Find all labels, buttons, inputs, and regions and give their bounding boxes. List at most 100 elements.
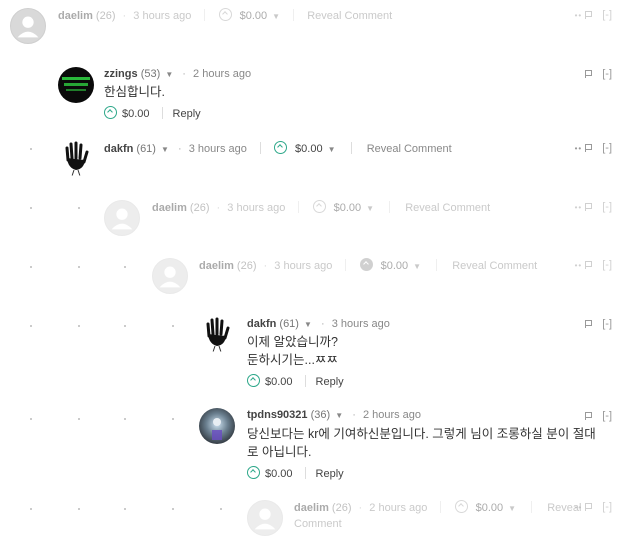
flag-icon[interactable] bbox=[585, 11, 593, 19]
more-icon[interactable]: •• bbox=[575, 11, 583, 20]
avatar-dakfn[interactable] bbox=[58, 140, 94, 176]
caret-down-icon[interactable]: ▼ bbox=[508, 504, 516, 513]
comment-body: 이제 알았습니까? 둔하시기는...ㅉㅉ bbox=[247, 333, 338, 369]
caret-down-icon[interactable]: ▼ bbox=[161, 145, 169, 154]
payout-value[interactable]: $0.00 bbox=[265, 376, 293, 388]
collapse-toggle[interactable]: [-] bbox=[602, 501, 612, 513]
author-reputation: (61) bbox=[279, 318, 299, 330]
author-name[interactable]: dakfn bbox=[247, 318, 276, 330]
comment-meta: daelim (26) · 3 hours ago $0.00 ▼ Reveal… bbox=[152, 200, 491, 214]
author-name[interactable]: daelim bbox=[294, 502, 329, 514]
collapse-toggle[interactable]: [-] bbox=[602, 68, 612, 80]
timestamp[interactable]: 2 hours ago bbox=[193, 68, 251, 80]
timestamp[interactable]: 3 hours ago bbox=[227, 202, 285, 214]
comment-controls: •• [-] bbox=[575, 9, 612, 21]
caret-down-icon[interactable]: ▼ bbox=[165, 70, 173, 79]
timestamp[interactable]: 3 hours ago bbox=[274, 260, 332, 272]
author-name[interactable]: zzings bbox=[104, 68, 138, 80]
collapse-toggle[interactable]: [-] bbox=[602, 142, 612, 154]
author-reputation: (26) bbox=[236, 260, 257, 272]
caret-down-icon[interactable]: ▼ bbox=[366, 204, 374, 213]
flag-icon[interactable] bbox=[585, 261, 593, 269]
comment-meta: zzings (53) ▼ · 2 hours ago bbox=[104, 68, 252, 80]
author-reputation: (36) bbox=[310, 409, 331, 421]
flag-icon[interactable] bbox=[585, 70, 593, 78]
reveal-comment-link[interactable]: Reveal Comment bbox=[367, 143, 452, 155]
upvote-circle-icon[interactable] bbox=[312, 200, 326, 213]
timestamp[interactable]: 3 hours ago bbox=[332, 318, 390, 330]
comment-meta: daelim (26) · 2 hours ago $0.00 ▼ Reveal bbox=[294, 500, 582, 514]
comment-body-line: 로 아닙니다. bbox=[247, 445, 312, 459]
upvote-circle-icon[interactable] bbox=[273, 141, 287, 154]
timestamp[interactable]: 2 hours ago bbox=[363, 409, 421, 421]
upvote-circle-icon[interactable] bbox=[247, 374, 260, 387]
author-name[interactable]: daelim bbox=[152, 202, 187, 214]
comment-controls: [-] bbox=[585, 68, 612, 80]
payout-value[interactable]: $0.00 bbox=[122, 108, 150, 120]
timestamp[interactable]: 3 hours ago bbox=[133, 10, 191, 22]
payout-value[interactable]: $0.00 bbox=[295, 143, 323, 155]
comment-body: 당신보다는 kr에 기여하신분입니다. 그렇게 님이 조롱하실 분이 절대 로 … bbox=[247, 425, 617, 461]
reply-button[interactable]: Reply bbox=[316, 468, 344, 480]
more-icon[interactable]: •• bbox=[575, 203, 583, 212]
comment-controls: [-] bbox=[585, 410, 612, 422]
avatar-default[interactable] bbox=[152, 258, 188, 294]
comment-actions: $0.00 Reply bbox=[104, 106, 201, 121]
author-reputation: (26) bbox=[189, 202, 210, 214]
comment-controls: •• [-] bbox=[575, 501, 612, 513]
caret-down-icon[interactable]: ▼ bbox=[304, 320, 312, 329]
comment-controls: [-] bbox=[585, 318, 612, 330]
reveal-comment-continuation: Comment bbox=[294, 517, 342, 531]
collapse-toggle[interactable]: [-] bbox=[602, 318, 612, 330]
flag-icon[interactable] bbox=[585, 144, 593, 152]
author-name[interactable]: daelim bbox=[58, 10, 93, 22]
avatar-tpdns90321[interactable] bbox=[199, 408, 235, 444]
payout-value[interactable]: $0.00 bbox=[381, 260, 409, 272]
upvote-circle-icon[interactable] bbox=[218, 8, 232, 21]
flag-icon[interactable] bbox=[585, 412, 593, 420]
upvote-circle-icon[interactable] bbox=[359, 258, 373, 271]
more-icon[interactable]: •• bbox=[575, 144, 583, 153]
caret-down-icon[interactable]: ▼ bbox=[413, 262, 421, 271]
caret-down-icon[interactable]: ▼ bbox=[272, 12, 280, 21]
author-name[interactable]: tpdns90321 bbox=[247, 409, 308, 421]
reveal-comment-link[interactable]: Comment bbox=[294, 518, 342, 530]
avatar-default[interactable] bbox=[10, 8, 46, 44]
comment-meta: tpdns90321 (36) ▼ · 2 hours ago bbox=[247, 409, 422, 421]
upvote-circle-icon[interactable] bbox=[454, 500, 468, 513]
comment-controls: •• [-] bbox=[575, 142, 612, 154]
reveal-comment-link[interactable]: Reveal Comment bbox=[405, 202, 490, 214]
author-name[interactable]: daelim bbox=[199, 260, 234, 272]
comment-meta: dakfn (61) ▼ · 3 hours ago $0.00 ▼ Revea… bbox=[104, 141, 452, 155]
avatar-default[interactable] bbox=[104, 200, 140, 236]
reveal-comment-link[interactable]: Reveal Comment bbox=[307, 10, 392, 22]
collapse-toggle[interactable]: [-] bbox=[602, 410, 612, 422]
payout-value[interactable]: $0.00 bbox=[476, 502, 504, 514]
collapse-toggle[interactable]: [-] bbox=[602, 9, 612, 21]
reveal-comment-link[interactable]: Reveal Comment bbox=[452, 260, 537, 272]
comment-body: 한심합니다. bbox=[104, 85, 165, 99]
more-icon[interactable]: •• bbox=[575, 503, 583, 512]
collapse-toggle[interactable]: [-] bbox=[602, 259, 612, 271]
author-name[interactable]: dakfn bbox=[104, 143, 133, 155]
payout-value[interactable]: $0.00 bbox=[240, 10, 268, 22]
avatar-dakfn[interactable] bbox=[199, 316, 235, 352]
caret-down-icon[interactable]: ▼ bbox=[335, 411, 343, 420]
timestamp[interactable]: 2 hours ago bbox=[369, 502, 427, 514]
flag-icon[interactable] bbox=[585, 203, 593, 211]
flag-icon[interactable] bbox=[585, 320, 593, 328]
timestamp[interactable]: 3 hours ago bbox=[189, 143, 247, 155]
flag-icon[interactable] bbox=[585, 503, 593, 511]
reply-button[interactable]: Reply bbox=[173, 108, 201, 120]
more-icon[interactable]: •• bbox=[575, 261, 583, 270]
upvote-circle-icon[interactable] bbox=[247, 466, 260, 479]
collapse-toggle[interactable]: [-] bbox=[602, 201, 612, 213]
upvote-circle-icon[interactable] bbox=[104, 106, 117, 119]
avatar-zzings[interactable] bbox=[58, 67, 94, 103]
payout-value[interactable]: $0.00 bbox=[265, 468, 293, 480]
reply-button[interactable]: Reply bbox=[316, 376, 344, 388]
author-reputation: (26) bbox=[95, 10, 116, 22]
payout-value[interactable]: $0.00 bbox=[334, 202, 362, 214]
avatar-default[interactable] bbox=[247, 500, 283, 536]
caret-down-icon[interactable]: ▼ bbox=[328, 145, 336, 154]
